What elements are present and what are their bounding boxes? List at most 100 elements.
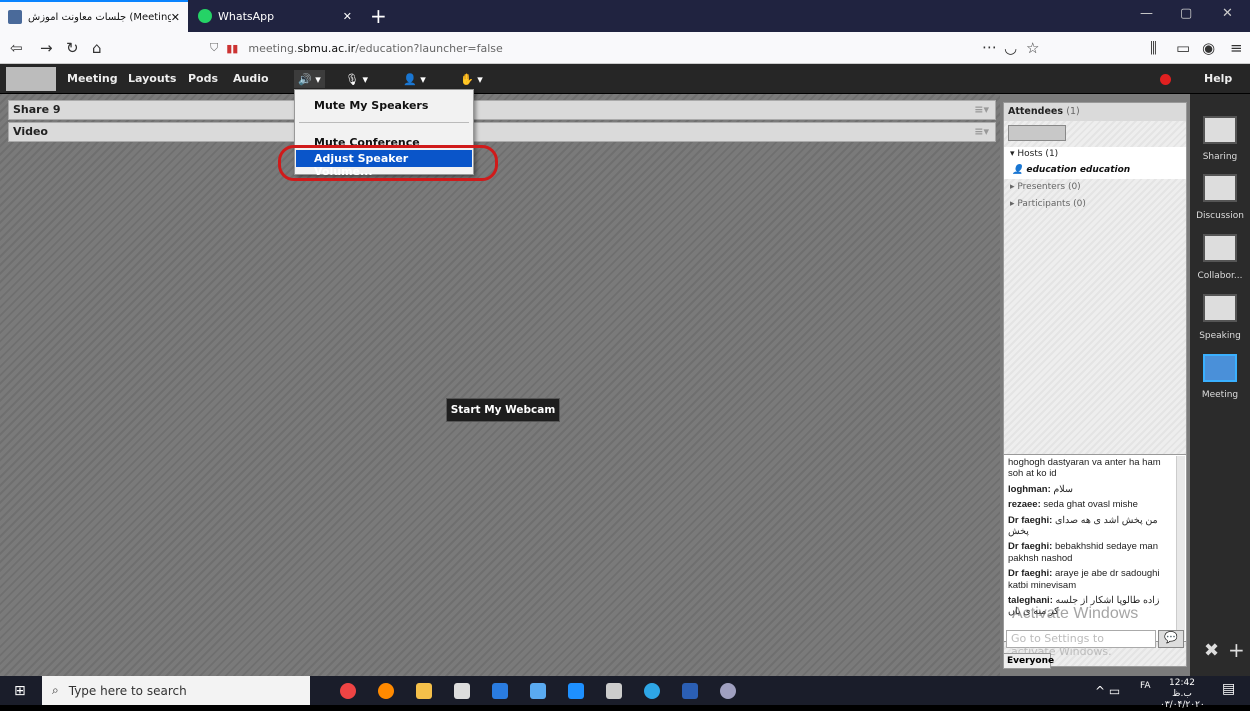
layout-speaking-label[interactable]: Speaking [1190, 331, 1250, 341]
attendee-view-toggle[interactable] [1008, 125, 1066, 141]
edge-icon[interactable] [568, 683, 584, 699]
whatsapp-icon [198, 9, 212, 23]
attendees-header: Attendees (1) [1004, 103, 1186, 121]
clock-time: 12:42 ب.ظ [1169, 678, 1195, 699]
tray-icons[interactable]: ^ ▭ [1095, 684, 1120, 698]
pod-options-icon[interactable]: ≡▾ [974, 103, 989, 116]
participants-label: Participants (0) [1017, 199, 1086, 209]
start-webcam-button[interactable]: Start My Webcam [446, 398, 560, 422]
chat-scrollbar[interactable] [1176, 456, 1185, 640]
mute-speakers-item[interactable]: Mute My Speakers [296, 97, 472, 114]
url-path: /education?launcher=false [355, 41, 503, 55]
firefox-icon[interactable] [378, 683, 394, 699]
layout-sharing-thumb[interactable] [1203, 116, 1237, 144]
back-icon[interactable]: ⇦ [10, 39, 23, 57]
menu-divider [299, 122, 469, 123]
attendees-count: (1) [1066, 106, 1080, 117]
close-window-button[interactable]: ✕ [1222, 6, 1233, 21]
ie-icon[interactable] [492, 683, 508, 699]
delete-layout-icon[interactable]: ✖ [1204, 640, 1219, 661]
add-layout-icon[interactable]: + [1228, 638, 1245, 662]
hosts-label: Hosts (1) [1017, 149, 1059, 159]
pod-options-icon[interactable]: ≡▾ [974, 125, 989, 138]
menu-audio[interactable]: Audio [233, 72, 269, 85]
logo-icon [6, 67, 56, 91]
language-indicator[interactable]: FA [1140, 681, 1151, 691]
host-user-icon: 👤 [1012, 165, 1024, 175]
layouts-bar: Sharing Discussion Collabor... Speaking … [1190, 94, 1250, 676]
file-explorer-icon[interactable] [416, 683, 432, 699]
maximize-button[interactable]: ▢ [1180, 6, 1192, 21]
new-tab-button[interactable]: + [370, 4, 387, 28]
layout-speaking-thumb[interactable] [1203, 294, 1237, 322]
page-actions-icon[interactable]: ⋯ [982, 38, 997, 56]
hosts-group[interactable]: ▾ Hosts (1) [1004, 147, 1186, 163]
shield-icon: ⛉ [210, 41, 219, 54]
microphone-dropdown[interactable]: 🎙 ▾ [345, 70, 368, 88]
chat-recipient[interactable]: Everyone [1003, 653, 1054, 669]
word-icon[interactable] [682, 683, 698, 699]
account-icon[interactable]: ◉ [1202, 39, 1215, 57]
host-name: education education [1026, 165, 1131, 175]
highlight-annotation [278, 145, 498, 181]
video-pod-header: Video ≡▾ [8, 122, 996, 142]
url-domain: sbmu.ac.ir [297, 41, 356, 55]
menu-meeting[interactable]: Meeting [67, 72, 118, 85]
menu-pods[interactable]: Pods [188, 72, 218, 85]
close-tab-icon[interactable]: ✕ [343, 10, 352, 23]
send-chat-icon[interactable]: 💬 [1158, 630, 1184, 648]
meeting-stage: Share 9 ≡▾ Video ≡▾ [0, 94, 1000, 676]
chat-input[interactable]: Go to Settings to activate Windows. [1006, 630, 1156, 658]
chrome-icon[interactable] [340, 683, 356, 699]
pocket-icon[interactable]: ◡ [1004, 39, 1017, 57]
chat-message: rezaee: seda ghat ovasl mishe [1008, 499, 1138, 511]
layout-discussion-thumb[interactable] [1203, 174, 1237, 202]
layout-meeting-thumb[interactable] [1203, 354, 1237, 382]
search-placeholder: Type here to search [68, 683, 187, 698]
taskbar-search[interactable]: ⌕ Type here to search [42, 676, 310, 705]
home-icon[interactable]: ⌂ [92, 39, 102, 57]
webcam-dropdown[interactable]: 👤 ▾ [403, 70, 426, 88]
microphone-icon: 🎙 [345, 72, 359, 86]
layout-discussion-label[interactable]: Discussion [1190, 211, 1250, 221]
mail-icon[interactable] [530, 683, 546, 699]
share-pod-title: Share 9 [13, 103, 61, 116]
clock[interactable]: 12:42 ب.ظ ۰۳/۰۴/۲۰۲۰ [1160, 678, 1205, 711]
url-bar[interactable]: ⛉ ▮▮ meeting. sbmu.ac.ir/education?launch… [210, 36, 1010, 60]
speaker-dropdown[interactable]: 🔊 ▾ [294, 70, 325, 88]
close-tab-icon[interactable]: ✕ [171, 11, 180, 24]
layout-collaboration-label[interactable]: Collabor... [1190, 271, 1250, 281]
notifications-icon[interactable]: ▤ [1222, 681, 1235, 697]
layout-sharing-label[interactable]: Sharing [1190, 152, 1250, 162]
host-row[interactable]: 👤 education education [1004, 163, 1186, 179]
reload-icon[interactable]: ↻ [66, 39, 79, 57]
browser-tab-bar: جلسات معاونت آموزش (Meeting) ✕ WhatsApp … [0, 0, 1250, 32]
app-icon[interactable] [720, 683, 736, 699]
raise-hand-icon: ✋ [460, 72, 474, 86]
layout-collaboration-thumb[interactable] [1203, 234, 1237, 262]
tab-whatsapp[interactable]: WhatsApp ✕ [190, 0, 360, 32]
menu-icon[interactable]: ≡ [1230, 39, 1243, 57]
ldplayer-icon[interactable] [606, 683, 622, 699]
minimize-button[interactable]: — [1140, 6, 1153, 21]
attendees-column: Attendees (1) ▾ Hosts (1) 👤 education ed… [1000, 94, 1190, 676]
status-dropdown[interactable]: ✋ ▾ [460, 70, 483, 88]
forward-icon[interactable]: → [40, 39, 53, 57]
layout-meeting-label[interactable]: Meeting [1190, 390, 1250, 400]
telegram-icon[interactable] [644, 683, 660, 699]
menu-layouts[interactable]: Layouts [128, 72, 176, 85]
webcam-icon: 👤 [403, 72, 417, 86]
chat-message: hoghogh dastyaran va anter ha ham soh at… [1008, 457, 1161, 480]
library-icon[interactable]: ⫼ [1150, 39, 1157, 57]
share-pod-header: Share 9 ≡▾ [8, 100, 996, 120]
presenters-group[interactable]: ▸ Presenters (0) [1004, 180, 1186, 196]
bookmark-star-icon[interactable]: ☆ [1026, 39, 1039, 57]
tab-meeting[interactable]: جلسات معاونت آموزش (Meeting) ✕ [0, 0, 188, 32]
participants-group[interactable]: ▸ Participants (0) [1004, 197, 1186, 213]
menu-help[interactable]: Help [1204, 72, 1232, 85]
windows-start-icon[interactable]: ⊞ [14, 683, 26, 699]
site-icon [8, 10, 22, 24]
sidebar-icon[interactable]: ▭ [1176, 39, 1190, 57]
store-icon[interactable] [454, 683, 470, 699]
video-pod-title: Video [13, 125, 48, 138]
